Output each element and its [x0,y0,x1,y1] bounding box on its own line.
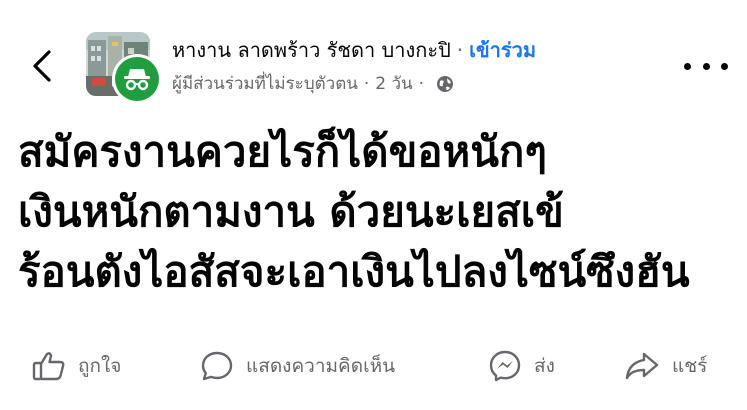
title-separator: · [456,38,464,62]
title-line: หางาน ลาดพร้าว รัชดา บางกะปิ · เข้าร่วม [172,34,536,66]
like-icon [32,350,66,382]
share-button[interactable]: แชร์ [624,338,707,394]
send-label: ส่ง [534,355,555,377]
anonymous-badge [112,54,162,104]
send-button[interactable]: ส่ง [488,338,555,394]
post-line-1: สมัครงานควยไรก็ได้ขอหนักๆ [18,127,547,176]
comment-label: แสดงความคิดเห็น [246,355,396,377]
action-bar: ถูกใจ แสดงความคิดเห็น ส่ง แชร์ [0,338,747,398]
join-link[interactable]: เข้าร่วม [469,34,536,66]
share-icon [624,350,660,382]
author-name: ผู้มีส่วนร่วมที่ไม่ระบุตัวตน [172,74,358,94]
post-header: หางาน ลาดพร้าว รัชดา บางกะปิ · เข้าร่วม … [0,0,747,110]
comment-button[interactable]: แสดงความคิดเห็น [200,338,395,394]
post-text: สมัครงานควยไรก็ได้ขอหนักๆ เงินหนักตามงาน… [18,122,738,302]
messenger-icon [488,349,522,383]
like-label: ถูกใจ [78,355,122,377]
group-name[interactable]: หางาน ลาดพร้าว รัชดา บางกะปิ [172,34,451,66]
globe-icon [436,75,454,93]
share-label: แชร์ [672,355,708,377]
back-button[interactable] [22,44,62,88]
more-options-button[interactable] [684,54,728,78]
post-time[interactable]: 2 วัน [375,70,412,97]
meta-separator: · [363,73,370,94]
more-dot [702,62,710,70]
comment-icon [200,350,234,382]
chevron-left-icon [33,50,51,82]
more-dot [721,62,728,70]
meta-line: ผู้มีส่วนร่วมที่ไม่ระบุตัวตน · 2 วัน · [172,70,454,97]
group-avatar[interactable] [86,32,162,104]
post-line-2: เงินหนักตามงาน ด้วยนะเยสเข้ [18,187,564,236]
incognito-icon [124,69,150,91]
post-line-3: ร้อนตังไอสัสจะเอาเงินไปลงไซน์ซึงฮัน [18,247,690,296]
more-dot [684,62,691,70]
meta-separator-2: · [418,73,425,94]
like-button[interactable]: ถูกใจ [32,338,121,394]
